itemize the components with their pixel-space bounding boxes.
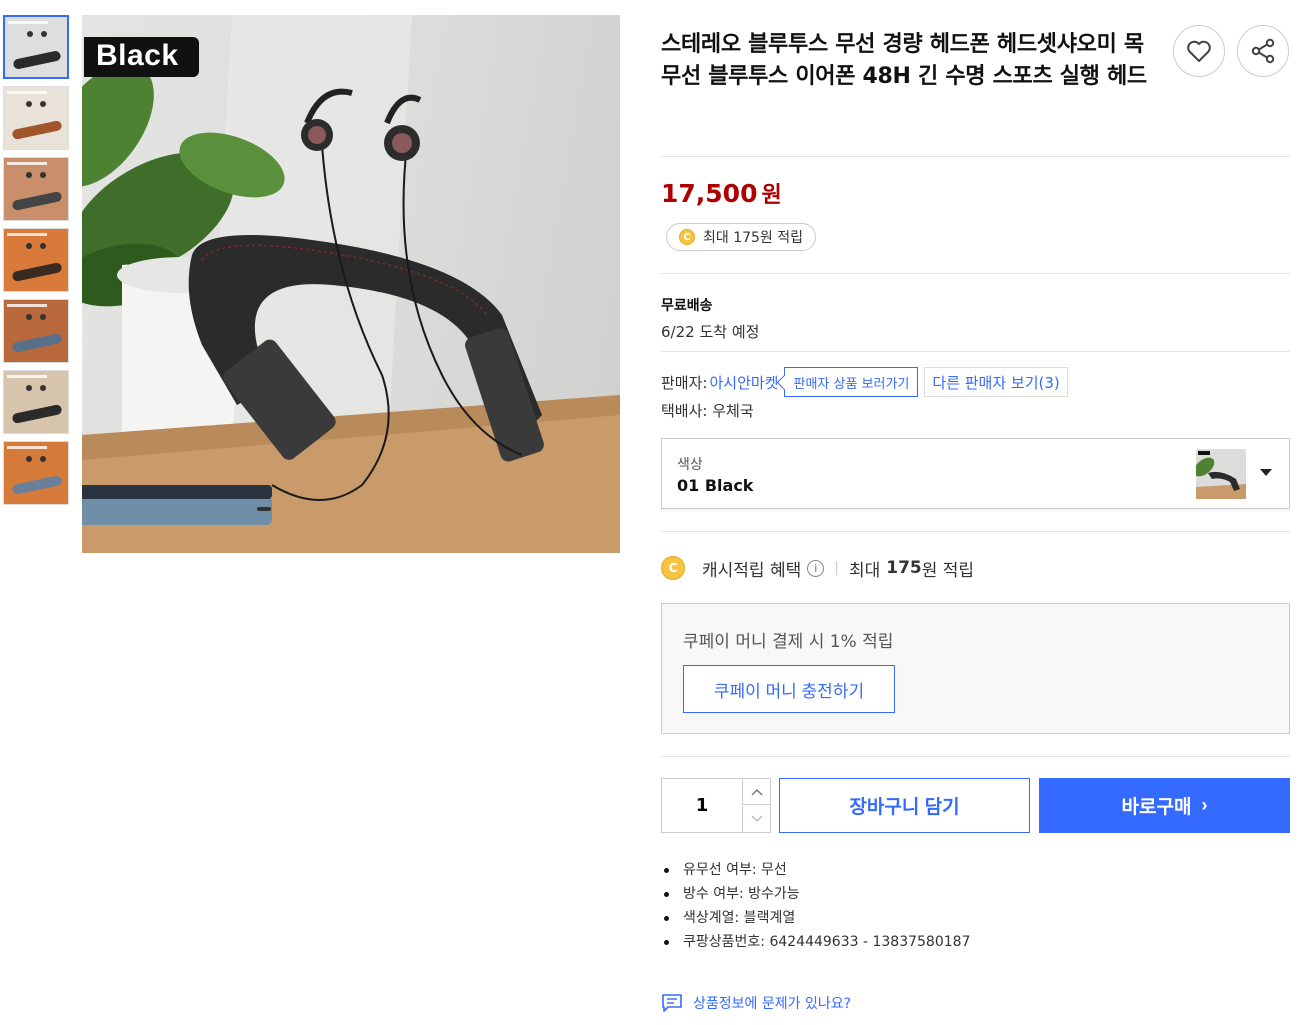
thumb-6[interactable] xyxy=(3,370,69,434)
attribute-item: 유무선 여부: 무선 xyxy=(663,858,970,882)
option-thumbnail xyxy=(1196,449,1246,499)
seller-name-link[interactable]: 아시안마켓 xyxy=(709,372,778,393)
divider xyxy=(661,531,1290,532)
separator: | xyxy=(834,560,839,576)
thumb-3[interactable] xyxy=(3,157,69,221)
divider xyxy=(661,351,1290,352)
buy-now-label: 바로구매 xyxy=(1121,797,1192,818)
info-icon[interactable]: i xyxy=(807,559,825,577)
seller-label: 판매자: xyxy=(661,373,708,392)
attribute-item: 방수 여부: 방수가능 xyxy=(663,882,970,906)
arrival-date: 6/22 도착 예정 xyxy=(661,323,760,341)
quantity-input[interactable] xyxy=(662,779,742,832)
chevron-up-icon xyxy=(750,788,763,796)
cash-amount: 175 xyxy=(886,558,922,578)
cash-amount-prefix: 최대 xyxy=(848,560,881,581)
coupay-charge-button[interactable]: 쿠페이 머니 충전하기 xyxy=(683,665,895,713)
other-sellers-button[interactable]: 다른 판매자 보기(3) xyxy=(924,367,1068,397)
price: 17,500 원 xyxy=(661,177,782,209)
color-badge: Black xyxy=(84,37,199,77)
main-product-image[interactable]: Black xyxy=(82,15,620,553)
product-attributes: 유무선 여부: 무선 방수 여부: 방수가능 색상계열: 블랙계열 쿠팡상품번호… xyxy=(663,858,970,954)
reward-badge: C 최대 175원 적립 xyxy=(666,223,817,251)
quantity-increase-button[interactable] xyxy=(742,779,770,805)
message-icon xyxy=(662,994,682,1012)
product-illustration xyxy=(82,15,620,553)
shipping-label: 무료배송 xyxy=(661,298,713,314)
heart-icon xyxy=(1187,40,1211,62)
wishlist-button[interactable] xyxy=(1173,25,1225,77)
chevron-right-icon: › xyxy=(1201,795,1208,815)
thumb-7[interactable] xyxy=(3,441,69,505)
cash-reward-row: C 캐시적립 혜택 i | 최대 175 원 적립 xyxy=(661,554,974,582)
buy-now-button[interactable]: 바로구매 › xyxy=(1039,778,1290,833)
chevron-down-icon xyxy=(750,815,763,823)
seller-row: 판매자: 아시안마켓 판매자 상품 보러가기 다른 판매자 보기(3) xyxy=(661,367,1068,397)
report-text: 상품정보에 문제가 있나요? xyxy=(693,996,852,1012)
thumb-1[interactable] xyxy=(3,15,69,79)
share-icon xyxy=(1251,38,1275,64)
attribute-item: 색상계열: 블랙계열 xyxy=(663,906,970,930)
divider xyxy=(661,756,1290,757)
price-unit: 원 xyxy=(761,183,782,208)
coupay-text: 쿠페이 머니 결제 시 1% 적립 xyxy=(683,632,894,652)
add-to-cart-button[interactable]: 장바구니 담기 xyxy=(779,778,1030,833)
courier: 택배사: 우체국 xyxy=(661,402,754,420)
price-value: 17,500 xyxy=(661,179,758,208)
thumb-4[interactable] xyxy=(3,228,69,292)
cash-reward-label: 캐시적립 혜택 xyxy=(702,560,802,581)
thumb-2[interactable] xyxy=(3,86,69,150)
coin-icon: C xyxy=(661,556,685,580)
coin-icon: C xyxy=(679,229,695,245)
reward-text: 최대 175원 적립 xyxy=(703,230,804,246)
attribute-item: 쿠팡상품번호: 6424449633 - 13837580187 xyxy=(663,930,970,954)
coupay-box: 쿠페이 머니 결제 시 1% 적립 쿠페이 머니 충전하기 xyxy=(661,603,1290,734)
divider xyxy=(661,273,1290,274)
cash-amount-suffix: 원 적립 xyxy=(921,560,975,581)
color-option-select[interactable]: 색상 01 Black xyxy=(661,438,1290,509)
option-label: 색상 xyxy=(677,457,703,473)
product-title: 스테레오 블루투스 무선 경량 헤드폰 헤드셋샤오미 목 무선 블루투스 이어폰… xyxy=(661,32,1147,89)
thumbnail-list xyxy=(3,15,70,512)
report-product-info-link[interactable]: 상품정보에 문제가 있나요? xyxy=(661,993,851,1013)
share-button[interactable] xyxy=(1237,25,1289,77)
view-seller-products-button[interactable]: 판매자 상품 보러가기 xyxy=(784,367,919,397)
chevron-down-icon xyxy=(1260,469,1272,476)
divider xyxy=(661,156,1290,157)
thumb-5[interactable] xyxy=(3,299,69,363)
quantity-stepper xyxy=(661,778,771,833)
quantity-decrease-button[interactable] xyxy=(742,806,770,832)
option-value: 01 Black xyxy=(677,476,754,495)
